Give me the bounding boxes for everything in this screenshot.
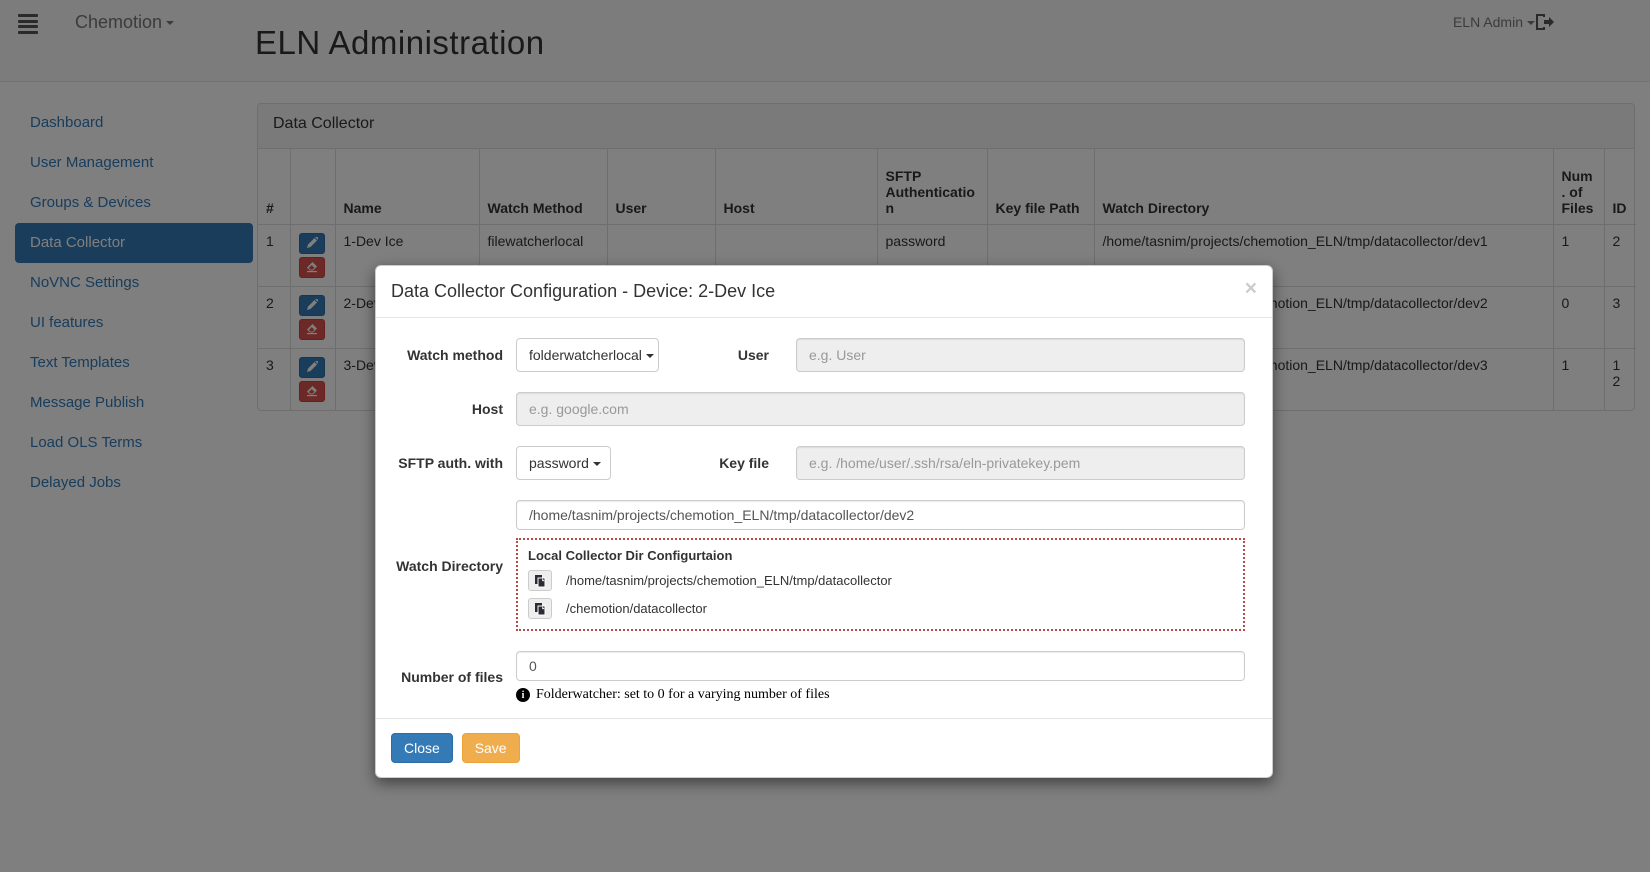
sftp-keyfile-row: SFTP auth. with password Key file	[391, 446, 1257, 480]
key-file-label: Key file	[719, 455, 769, 471]
user-input[interactable]	[796, 338, 1245, 372]
watch-method-label: Watch method	[407, 347, 503, 363]
close-button[interactable]: Close	[391, 733, 453, 763]
info-icon: i	[516, 688, 530, 702]
modal-title: Data Collector Configuration - Device: 2…	[391, 281, 776, 301]
sftp-auth-value: password	[529, 455, 589, 471]
modal-body: Watch method folderwatcherlocal User Hos…	[376, 318, 1272, 718]
clipboard-icon	[535, 574, 546, 587]
sftp-auth-label: SFTP auth. with	[398, 455, 503, 471]
local-collector-box: Local Collector Dir Configurtaion /home/…	[516, 538, 1245, 631]
copy-to-clipboard-button[interactable]	[528, 598, 552, 619]
user-label: User	[737, 347, 769, 363]
folderwatcher-help: i Folderwatcher: set to 0 for a varying …	[516, 687, 1245, 703]
modal-footer: Close Save	[376, 718, 1272, 777]
number-of-files-label: Number of files	[401, 669, 503, 685]
watch-method-dropdown[interactable]: folderwatcherlocal	[516, 338, 659, 372]
save-button[interactable]: Save	[461, 733, 520, 763]
host-input[interactable]	[516, 392, 1245, 426]
host-label: Host	[471, 401, 503, 417]
key-file-input[interactable]	[796, 446, 1245, 480]
watch-directory-row: Watch Directory Local Collector Dir Conf…	[391, 500, 1257, 631]
watch-directory-input[interactable]	[516, 500, 1245, 530]
folderwatcher-help-text: Folderwatcher: set to 0 for a varying nu…	[536, 687, 830, 702]
watch-directory-label: Watch Directory	[396, 557, 503, 574]
clipboard-icon	[535, 602, 546, 615]
number-of-files-input[interactable]	[516, 651, 1245, 681]
watch-method-value: folderwatcherlocal	[529, 347, 642, 363]
data-collector-config-modal: Data Collector Configuration - Device: 2…	[375, 265, 1273, 778]
local-collector-title: Local Collector Dir Configurtaion	[528, 548, 733, 563]
watch-method-user-row: Watch method folderwatcherlocal User	[391, 338, 1257, 372]
chevron-down-icon	[592, 462, 601, 467]
collector-path-row: /chemotion/datacollector	[528, 598, 1233, 619]
close-icon[interactable]: ×	[1245, 278, 1257, 299]
collector-path: /home/tasnim/projects/chemotion_ELN/tmp/…	[566, 573, 892, 588]
collector-path: /chemotion/datacollector	[566, 601, 707, 616]
copy-to-clipboard-button[interactable]	[528, 570, 552, 591]
collector-path-row: /home/tasnim/projects/chemotion_ELN/tmp/…	[528, 570, 1233, 591]
host-row: Host	[391, 392, 1257, 426]
modal-header: Data Collector Configuration - Device: 2…	[376, 266, 1272, 318]
sftp-auth-dropdown[interactable]: password	[516, 446, 611, 480]
chevron-down-icon	[645, 354, 654, 359]
number-of-files-row: Number of files i Folderwatcher: set to …	[391, 651, 1257, 703]
